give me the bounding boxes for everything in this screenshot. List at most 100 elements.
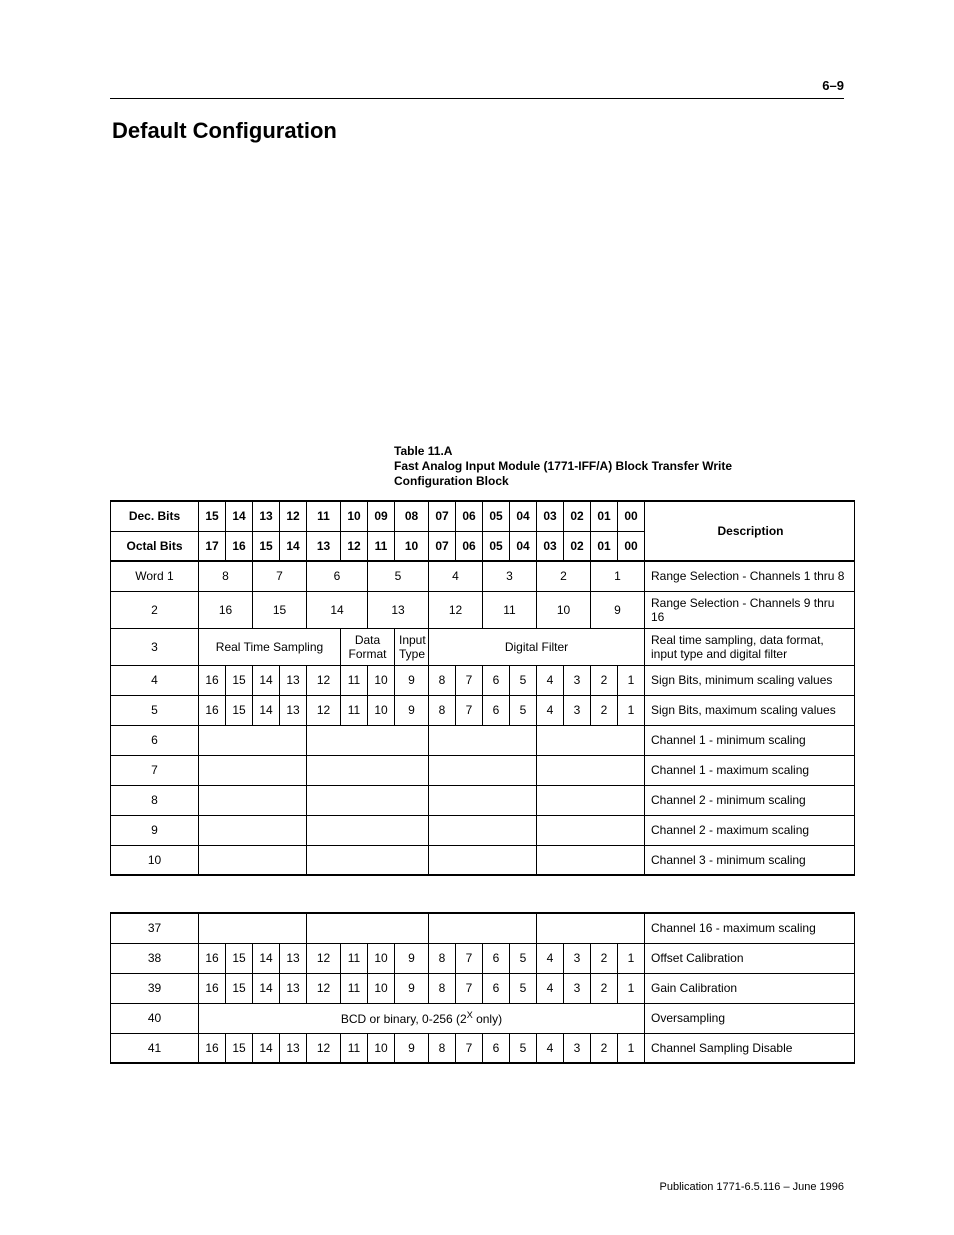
cell: 4 [537,1033,564,1063]
cell: 5 [510,665,537,695]
cell: 5 [368,561,429,591]
cell: 13 [280,695,307,725]
cell: 15 [226,665,253,695]
bit-dec-10: 10 [341,501,368,531]
cell [429,815,537,845]
cell: 13 [368,591,429,628]
cell: 13 [280,943,307,973]
row-label: 37 [111,913,199,943]
cell: 4 [537,695,564,725]
bit-oct-10: 10 [395,531,429,561]
cell: 14 [253,943,280,973]
cell: 13 [280,665,307,695]
cell: 11 [341,943,368,973]
cell [307,785,429,815]
row-description: Channel 1 - maximum scaling [645,755,855,785]
bit-dec-12: 12 [280,501,307,531]
cell: 8 [199,561,253,591]
row-label: 38 [111,943,199,973]
bit-dec-04: 04 [510,501,537,531]
bit-dec-03: 03 [537,501,564,531]
hdr-octal-bits: Octal Bits [111,531,199,561]
cell: 8 [429,973,456,1003]
page-number: 6–9 [822,78,844,93]
cell: 6 [483,973,510,1003]
cell [199,913,307,943]
cell: 6 [483,695,510,725]
cell: 3 [564,665,591,695]
row-description: Sign Bits, minimum scaling values [645,665,855,695]
cell: 15 [226,695,253,725]
cell: 14 [253,665,280,695]
row-label: 4 [111,665,199,695]
cell: 2 [591,665,618,695]
cell: 7 [456,943,483,973]
caption-line3: Configuration Block [394,474,509,488]
cell: 1 [618,665,645,695]
cell: 5 [510,1033,537,1063]
cell: 9 [395,973,429,1003]
cell [537,785,645,815]
cell: 12 [307,973,341,1003]
cell: 10 [368,973,395,1003]
cell: 11 [341,1033,368,1063]
cell: 1 [591,561,645,591]
cell: 7 [456,1033,483,1063]
cell: 10 [537,591,591,628]
bit-oct-13: 13 [307,531,341,561]
cell: 10 [368,695,395,725]
cell: 4 [537,943,564,973]
config-table-top: Dec. Bits1514131211100908070605040302010… [110,500,844,876]
bit-dec-07: 07 [429,501,456,531]
bit-oct-07: 07 [429,531,456,561]
cell: 8 [429,1033,456,1063]
cell: 2 [591,973,618,1003]
row-label: 6 [111,725,199,755]
cell: 16 [199,1033,226,1063]
bit-dec-09: 09 [368,501,395,531]
cell: 4 [429,561,483,591]
cell: 9 [395,943,429,973]
cell [199,815,307,845]
cell: 15 [226,1033,253,1063]
bit-dec-15: 15 [199,501,226,531]
cell: 5 [510,943,537,973]
cell [307,755,429,785]
cell [537,725,645,755]
cell: 15 [226,973,253,1003]
row-label: 40 [111,1003,199,1033]
cell [537,845,645,875]
cell: 2 [591,943,618,973]
cell: 3 [564,695,591,725]
cell [429,755,537,785]
cell: 5 [510,973,537,1003]
row-description: Offset Calibration [645,943,855,973]
table-caption: Table 11.A Fast Analog Input Module (177… [394,444,732,489]
bit-oct-00: 00 [618,531,645,561]
bit-oct-17: 17 [199,531,226,561]
cell: 2 [591,1033,618,1063]
caption-line2: Fast Analog Input Module (1771-IFF/A) Bl… [394,459,732,473]
config-table-bottom: 37Channel 16 - maximum scaling3816151413… [110,912,844,1064]
cell: 7 [456,973,483,1003]
cell [199,755,307,785]
row-label: 8 [111,785,199,815]
cell [429,913,537,943]
cell [307,845,429,875]
cell: 9 [395,665,429,695]
cell: BCD or binary, 0-256 (2X only) [199,1003,645,1033]
cell [429,725,537,755]
row-description: Channel Sampling Disable [645,1033,855,1063]
cell: Data Format [341,628,395,665]
cell: 12 [307,695,341,725]
bit-dec-08: 08 [395,501,429,531]
cell: 1 [618,973,645,1003]
cell: 10 [368,1033,395,1063]
bit-dec-05: 05 [483,501,510,531]
cell: 16 [199,943,226,973]
row-description: Channel 2 - maximum scaling [645,815,855,845]
cell [307,913,429,943]
cell: 5 [510,695,537,725]
cell: 7 [456,665,483,695]
cell: 11 [341,665,368,695]
